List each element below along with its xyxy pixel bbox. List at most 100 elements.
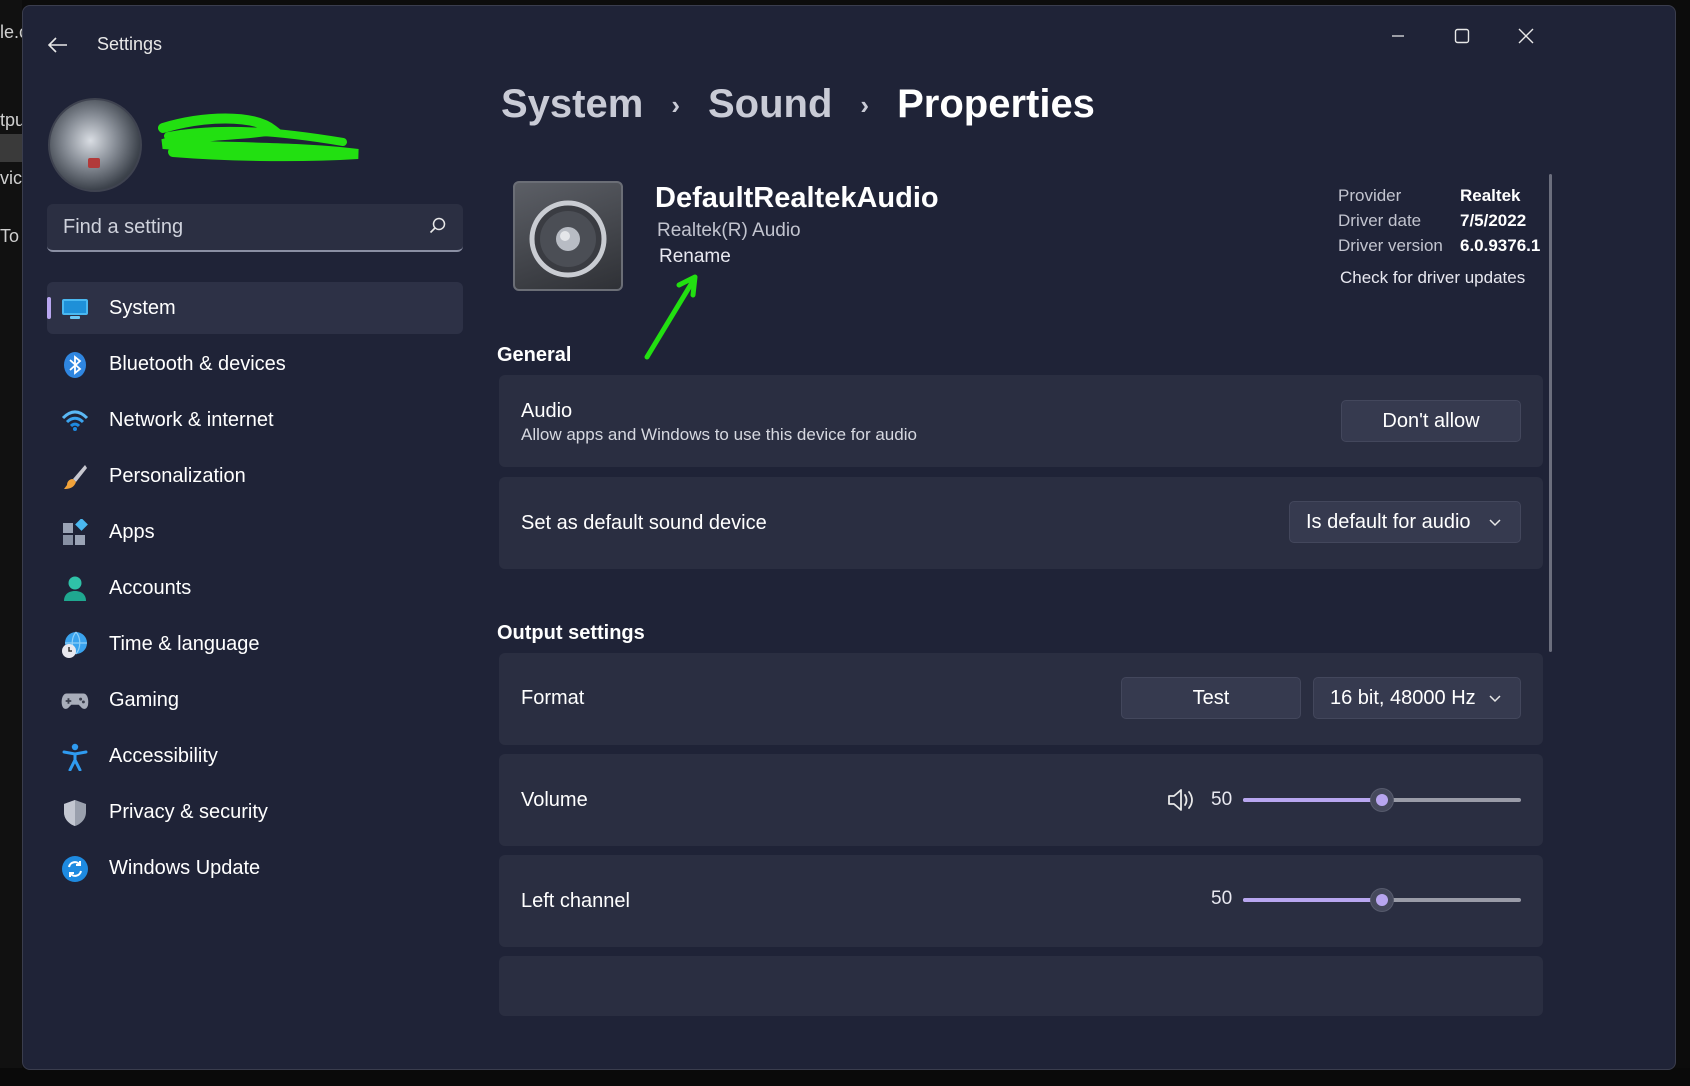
search-box[interactable] bbox=[47, 204, 463, 252]
device-name: DefaultRealtekAudio bbox=[655, 182, 939, 214]
sidebar-item-accessibility[interactable]: Accessibility bbox=[47, 730, 463, 782]
maximize-icon bbox=[1454, 28, 1470, 44]
default-device-dropdown[interactable]: Is default for audio bbox=[1289, 501, 1521, 543]
sidebar-item-label: Privacy & security bbox=[109, 800, 268, 823]
sidebar-item-label: Accounts bbox=[109, 576, 192, 599]
left-channel-slider[interactable] bbox=[1243, 889, 1521, 911]
gamepad-icon bbox=[61, 687, 89, 715]
sidebar-item-bluetooth[interactable]: Bluetooth & devices bbox=[47, 338, 463, 390]
rename-link[interactable]: Rename bbox=[659, 246, 731, 268]
sidebar-item-personalization[interactable]: Personalization bbox=[47, 450, 463, 502]
annotation-arrow bbox=[644, 274, 698, 360]
driver-row: Driver date 7/5/2022 bbox=[1338, 211, 1540, 236]
test-button[interactable]: Test bbox=[1121, 677, 1301, 719]
scrollbar[interactable] bbox=[1549, 174, 1552, 652]
globe-clock-icon bbox=[61, 631, 89, 659]
person-icon bbox=[61, 575, 89, 603]
left-channel-card: Left channel 50 bbox=[499, 855, 1543, 947]
left-channel-value: 50 bbox=[1211, 888, 1233, 909]
slider-fill bbox=[1243, 798, 1382, 802]
sidebar: System Bluetooth & devices Network & int… bbox=[23, 76, 493, 1069]
breadcrumb-sound[interactable]: Sound bbox=[708, 82, 832, 127]
sidebar-item-label: System bbox=[109, 296, 176, 319]
title-bar: Settings bbox=[23, 6, 1675, 76]
background-text-2: tpu bbox=[0, 110, 22, 130]
sidebar-item-gaming[interactable]: Gaming bbox=[47, 674, 463, 726]
sidebar-item-privacy-security[interactable]: Privacy & security bbox=[47, 786, 463, 838]
driver-key: Provider bbox=[1338, 186, 1402, 205]
chevron-down-icon bbox=[1489, 519, 1501, 527]
right-channel-card-partial bbox=[499, 956, 1543, 1016]
sidebar-item-label: Apps bbox=[109, 520, 155, 543]
settings-window: Settings System bbox=[22, 5, 1676, 1070]
nav-list: System Bluetooth & devices Network & int… bbox=[47, 282, 463, 898]
accessibility-icon bbox=[61, 743, 89, 771]
sidebar-item-label: Bluetooth & devices bbox=[109, 352, 286, 375]
sidebar-item-time-language[interactable]: Time & language bbox=[47, 618, 463, 670]
close-button[interactable] bbox=[1497, 18, 1555, 54]
format-title: Format bbox=[521, 687, 585, 709]
brush-icon bbox=[61, 463, 89, 491]
driver-info: Provider Realtek Driver date 7/5/2022 Dr… bbox=[1338, 186, 1540, 261]
sidebar-item-accounts[interactable]: Accounts bbox=[47, 562, 463, 614]
volume-value: 50 bbox=[1211, 789, 1233, 810]
minimize-button[interactable] bbox=[1369, 18, 1427, 54]
device-subtitle: Realtek(R) Audio bbox=[657, 220, 801, 241]
search-icon bbox=[429, 217, 446, 234]
speaker-volume-icon[interactable] bbox=[1167, 788, 1195, 812]
chevron-down-icon bbox=[1489, 695, 1501, 703]
app-title: Settings bbox=[97, 34, 163, 54]
sidebar-item-system[interactable]: System bbox=[47, 282, 463, 334]
sidebar-item-label: Time & language bbox=[109, 632, 260, 655]
format-dropdown[interactable]: 16 bit, 48000 Hz bbox=[1313, 677, 1521, 719]
driver-value: 6.0.9376.1 bbox=[1460, 236, 1541, 255]
sidebar-item-label: Gaming bbox=[109, 688, 180, 711]
default-device-card: Set as default sound device Is default f… bbox=[499, 477, 1543, 569]
minimize-icon bbox=[1392, 35, 1404, 37]
system-icon bbox=[61, 295, 89, 323]
apps-icon bbox=[61, 519, 89, 547]
update-icon bbox=[61, 855, 89, 883]
driver-row: Driver version 6.0.9376.1 bbox=[1338, 236, 1540, 261]
shield-icon bbox=[61, 799, 89, 827]
maximize-button[interactable] bbox=[1433, 18, 1491, 54]
driver-key: Driver version bbox=[1338, 236, 1443, 255]
driver-key: Driver date bbox=[1338, 211, 1422, 230]
breadcrumb-system[interactable]: System bbox=[501, 82, 643, 127]
back-button[interactable] bbox=[41, 28, 75, 62]
slider-thumb[interactable] bbox=[1371, 789, 1393, 811]
default-device-title: Set as default sound device bbox=[521, 512, 767, 534]
sidebar-item-network[interactable]: Network & internet bbox=[47, 394, 463, 446]
volume-card: Volume 50 bbox=[499, 754, 1543, 846]
driver-value: Realtek bbox=[1460, 186, 1521, 205]
audio-card: Audio Allow apps and Windows to use this… bbox=[499, 375, 1543, 467]
back-arrow-icon bbox=[48, 37, 67, 53]
volume-slider[interactable] bbox=[1243, 789, 1521, 811]
format-selected: 16 bit, 48000 Hz bbox=[1330, 686, 1476, 709]
sidebar-item-apps[interactable]: Apps bbox=[47, 506, 463, 558]
background-window-strip: le.c tpu vice To bbox=[0, 0, 22, 1086]
slider-thumb[interactable] bbox=[1371, 889, 1393, 911]
page-title: Properties bbox=[897, 82, 1095, 126]
driver-row: Provider Realtek bbox=[1338, 186, 1540, 211]
bluetooth-icon bbox=[61, 351, 89, 379]
audio-description: Allow apps and Windows to use this devic… bbox=[521, 425, 917, 444]
close-icon bbox=[1518, 28, 1534, 44]
main-content: System › Sound › Properties DefaultRealt… bbox=[493, 76, 1653, 1069]
volume-title: Volume bbox=[521, 789, 588, 811]
redaction-scribble bbox=[158, 113, 359, 162]
sidebar-item-label: Network & internet bbox=[109, 408, 274, 431]
breadcrumb: System › Sound › Properties bbox=[501, 82, 1095, 127]
avatar[interactable] bbox=[48, 98, 142, 192]
speaker-icon bbox=[513, 181, 623, 291]
wifi-icon bbox=[61, 407, 89, 435]
sidebar-item-windows-update[interactable]: Windows Update bbox=[47, 842, 463, 894]
slider-fill bbox=[1243, 898, 1382, 902]
audio-title: Audio bbox=[521, 400, 573, 422]
background-taskbar-strip bbox=[0, 1068, 1690, 1086]
search-input[interactable] bbox=[47, 204, 425, 250]
check-driver-updates-link[interactable]: Check for driver updates bbox=[1340, 268, 1525, 288]
dont-allow-button[interactable]: Don't allow bbox=[1341, 400, 1521, 442]
chevron-right-icon: › bbox=[860, 90, 870, 120]
sidebar-item-label: Windows Update bbox=[109, 856, 261, 879]
